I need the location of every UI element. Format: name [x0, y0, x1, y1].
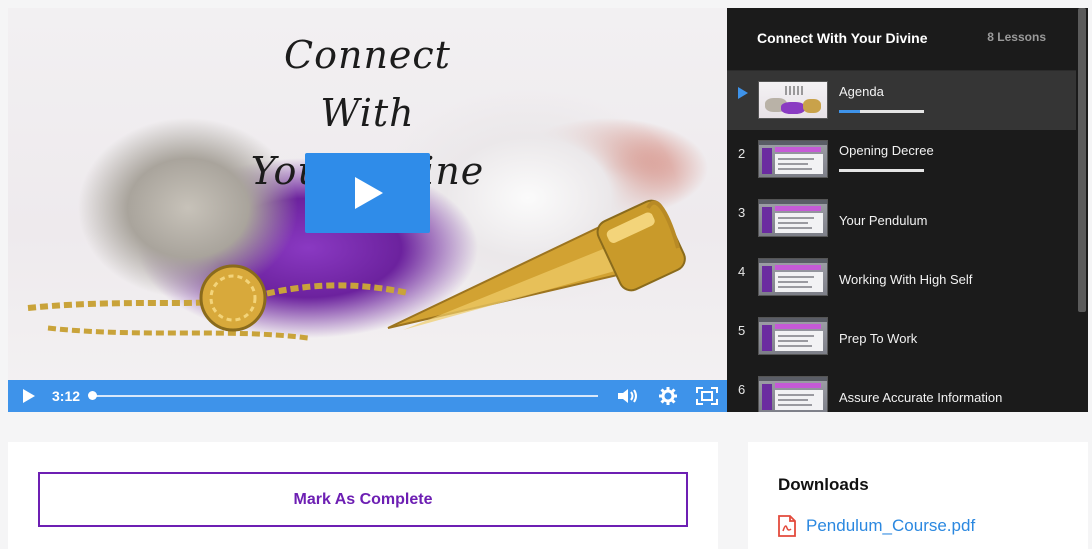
- downloads-panel: Downloads Pendulum_Course.pdf: [748, 442, 1088, 549]
- download-link-pendulum-course[interactable]: Pendulum_Course.pdf: [778, 515, 975, 537]
- current-time: 3:12: [52, 388, 81, 404]
- seek-bar[interactable]: [92, 395, 598, 397]
- sidebar-header: Connect With Your Divine 8 Lessons: [727, 8, 1076, 71]
- lesson-progress-fill: [839, 110, 861, 113]
- scrollbar-thumb[interactable]: [1078, 8, 1086, 312]
- lesson-thumbnail: [758, 199, 828, 237]
- lesson-title: Your Pendulum: [839, 213, 928, 228]
- lesson-item-assure-accurate-information[interactable]: 6 Assure Accurate Information: [727, 366, 1076, 412]
- lesson-count: 8 Lessons: [987, 30, 1046, 44]
- lesson-title: Opening Decree: [839, 143, 934, 158]
- lesson-item-agenda[interactable]: Agenda: [727, 71, 1076, 130]
- play-button[interactable]: [305, 153, 430, 233]
- lesson-item-your-pendulum[interactable]: 3 Your Pendulum: [727, 189, 1076, 248]
- sidebar-scrollbar[interactable]: [1076, 8, 1088, 412]
- mark-as-complete-button[interactable]: Mark As Complete: [38, 472, 688, 527]
- lesson-thumbnail: [758, 81, 828, 119]
- lesson-thumbnail: [758, 376, 828, 412]
- lesson-item-prep-to-work[interactable]: 5 Prep To Work: [727, 307, 1076, 366]
- lesson-sidebar: Connect With Your Divine 8 Lessons Agend…: [727, 8, 1088, 412]
- lesson-actions-panel: Mark As Complete: [8, 442, 718, 549]
- lesson-number: 2: [738, 146, 746, 161]
- play-pause-button[interactable]: [18, 380, 40, 412]
- lesson-item-working-with-high-self[interactable]: 4 Working With High Self: [727, 248, 1076, 307]
- gear-icon: [659, 387, 677, 405]
- lesson-title: Prep To Work: [839, 331, 918, 346]
- play-icon: [355, 177, 383, 209]
- lesson-item-opening-decree[interactable]: 2 Opening Decree: [727, 130, 1076, 189]
- fullscreen-button[interactable]: [694, 380, 720, 412]
- lesson-number: 4: [738, 264, 746, 279]
- volume-button[interactable]: [616, 380, 640, 412]
- lesson-progress: [839, 110, 924, 113]
- lesson-thumbnail: [758, 317, 828, 355]
- video-control-bar: 3:12: [8, 380, 727, 412]
- download-file-name: Pendulum_Course.pdf: [806, 516, 976, 535]
- course-title: Connect With Your Divine: [757, 30, 928, 46]
- lesson-number: 6: [738, 382, 746, 397]
- lesson-number: 5: [738, 323, 746, 338]
- play-icon: [23, 389, 35, 403]
- lesson-thumbnail: [758, 140, 828, 178]
- lesson-title: Assure Accurate Information: [839, 390, 1003, 405]
- downloads-title: Downloads: [778, 475, 869, 494]
- fullscreen-icon: [696, 387, 718, 405]
- pdf-file-icon: [778, 515, 796, 537]
- lesson-title: Agenda: [839, 84, 884, 99]
- video-player[interactable]: Connect With Your Divine 3:12: [8, 8, 727, 412]
- settings-button[interactable]: [656, 380, 680, 412]
- lesson-title: Working With High Self: [839, 272, 973, 287]
- seek-handle[interactable]: [88, 391, 97, 400]
- lesson-thumbnail: [758, 258, 828, 296]
- now-playing-icon: [738, 87, 748, 99]
- volume-icon: [618, 389, 637, 403]
- lesson-number: 3: [738, 205, 746, 220]
- lesson-progress: [839, 169, 924, 172]
- lesson-list: Agenda 2 Opening Decree 3 Your Pendulum …: [727, 71, 1076, 412]
